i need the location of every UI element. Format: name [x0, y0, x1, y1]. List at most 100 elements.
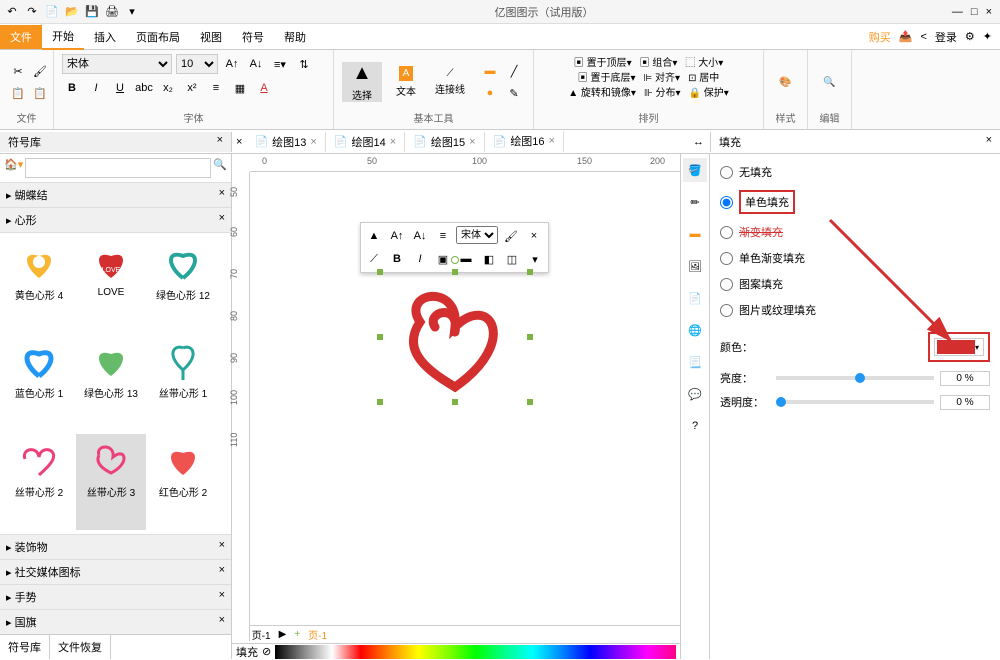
shape-item[interactable]: 绿色心形 13: [76, 335, 146, 431]
open-icon[interactable]: 📂: [64, 4, 80, 20]
fill-opt-pattern[interactable]: 图案填充: [720, 276, 990, 292]
login-link[interactable]: 登录: [935, 29, 957, 45]
doctab-13[interactable]: 📄绘图13×: [246, 132, 325, 152]
category-flag[interactable]: ▸ 国旗×: [0, 609, 231, 634]
page-next-icon[interactable]: ▶: [279, 629, 287, 640]
spacing-icon[interactable]: ⇅: [294, 54, 314, 74]
resize-handle[interactable]: [527, 399, 533, 405]
resize-handle[interactable]: [377, 269, 383, 275]
category-social[interactable]: ▸ 社交媒体图标×: [0, 559, 231, 584]
bold-button[interactable]: B: [62, 78, 82, 98]
ft-theme-icon[interactable]: ◫: [502, 249, 522, 269]
page-tab-alt[interactable]: 页-1: [308, 627, 327, 642]
color-picker[interactable]: ▾: [934, 338, 984, 356]
page-tool-icon[interactable]: 📄: [683, 286, 707, 310]
shape-item[interactable]: LOVELOVE: [76, 237, 146, 333]
fill-opt-solidgrad[interactable]: 单色渐变填充: [720, 250, 990, 266]
no-fill-swatch[interactable]: ⊘: [262, 645, 271, 658]
ft-fill-icon[interactable]: ▣: [433, 249, 453, 269]
shape-item-selected[interactable]: 丝带心形 3: [76, 434, 146, 530]
help-tool-icon[interactable]: ?: [683, 414, 707, 438]
fill-opt-picture[interactable]: 图片或纹理填充: [720, 302, 990, 318]
ft-more-icon[interactable]: ▾: [525, 249, 545, 269]
minimize-button[interactable]: —: [952, 6, 963, 18]
tab-home[interactable]: 开始: [42, 24, 84, 50]
pen-tool-icon[interactable]: ✎: [504, 83, 524, 103]
shape-item[interactable]: 丝带心形 1: [148, 335, 218, 431]
ft-close-icon[interactable]: ×: [524, 226, 544, 246]
resize-handle[interactable]: [377, 334, 383, 340]
tab-symbol[interactable]: 符号: [232, 25, 274, 49]
font-name-select[interactable]: 宋体: [62, 54, 172, 74]
line-tool-icon[interactable]: ╱: [504, 61, 524, 81]
ft-pointer-icon[interactable]: ▲: [364, 226, 384, 246]
send-back-button[interactable]: ▣ 置于底层▾: [578, 69, 636, 84]
tab-help[interactable]: 帮助: [274, 25, 316, 49]
buy-link[interactable]: 购买: [869, 29, 891, 45]
home-icon[interactable]: 🏠▾: [4, 158, 23, 178]
tab-layout[interactable]: 页面布局: [126, 25, 190, 49]
search-icon[interactable]: 🔍: [213, 158, 227, 178]
shape-item[interactable]: 丝带心形 2: [4, 434, 74, 530]
edit-button[interactable]: 🔍: [816, 77, 843, 88]
ft-brush-icon[interactable]: 🖌: [501, 226, 521, 246]
gear-icon[interactable]: ⚙: [965, 30, 975, 43]
maximize-button[interactable]: □: [971, 6, 978, 18]
close-button[interactable]: ×: [986, 6, 992, 18]
undo-icon[interactable]: ↶: [4, 4, 20, 20]
doctab-nav-icon[interactable]: ↔: [687, 136, 710, 148]
canvas[interactable]: ▲ A↑ A↓ ≡ 宋体 🖌 × ⟋ B I ▣ ▬ ◧ ◫ ▾: [250, 172, 680, 625]
redo-icon[interactable]: ↷: [24, 4, 40, 20]
doc-tool-icon[interactable]: 📃: [683, 350, 707, 374]
paste-icon[interactable]: ✂: [8, 61, 28, 81]
shape-item[interactable]: 黄色心形 4: [4, 237, 74, 333]
font-shrink-icon[interactable]: A↓: [246, 54, 266, 74]
brush-icon[interactable]: 🖌: [30, 61, 50, 81]
ft-line-icon[interactable]: ▬: [456, 249, 476, 269]
doctab-15[interactable]: 📄绘图15×: [405, 132, 484, 152]
doctab-prev-icon[interactable]: ×: [232, 136, 246, 148]
ft-bold-icon[interactable]: B: [387, 249, 407, 269]
ft-connector-icon[interactable]: ⟋: [364, 249, 384, 269]
ft-font-grow-icon[interactable]: A↑: [387, 226, 407, 246]
size-button[interactable]: ⬚ 大小▾: [685, 54, 723, 69]
rotation-handle[interactable]: [451, 256, 459, 264]
resize-handle[interactable]: [377, 399, 383, 405]
fill-tool-icon[interactable]: 🪣: [683, 158, 707, 182]
font-color-icon[interactable]: A: [254, 78, 274, 98]
resize-handle[interactable]: [452, 399, 458, 405]
shape-item[interactable]: 绿色心形 12: [148, 237, 218, 333]
color-strip[interactable]: [275, 645, 676, 659]
export-icon[interactable]: 📤: [899, 30, 913, 43]
cut-icon[interactable]: 📋: [30, 83, 50, 103]
fill-opt-nofill[interactable]: 无填充: [720, 164, 990, 180]
align-button[interactable]: ⊫ 对齐▾: [644, 69, 681, 84]
center-button[interactable]: ⊡ 居中: [688, 69, 719, 84]
ft-align-icon[interactable]: ≡: [433, 226, 453, 246]
highlight-icon[interactable]: ▦: [230, 78, 250, 98]
shape-item[interactable]: 红色心形 2: [148, 434, 218, 530]
resize-handle[interactable]: [527, 269, 533, 275]
opacity-value[interactable]: 0 %: [940, 395, 990, 410]
style-button[interactable]: 🎨: [772, 77, 799, 88]
doctab-16[interactable]: 📄绘图16×: [485, 131, 564, 152]
ft-shadow-icon[interactable]: ◧: [479, 249, 499, 269]
align-dropdown-icon[interactable]: ≡▾: [270, 54, 290, 74]
resize-handle[interactable]: [452, 269, 458, 275]
rightpanel-close-icon[interactable]: ×: [986, 134, 992, 150]
fill-opt-gradient[interactable]: 渐变填充: [720, 224, 990, 240]
shape-ellipse-icon[interactable]: ●: [480, 83, 500, 103]
ft-font-select[interactable]: 宋体: [456, 226, 498, 244]
opacity-slider[interactable]: [776, 400, 934, 404]
line-tool-icon[interactable]: ✏: [683, 190, 707, 214]
bullet-icon[interactable]: ≡: [206, 78, 226, 98]
strike-button[interactable]: abc: [134, 78, 154, 98]
brightness-value[interactable]: 0 %: [940, 371, 990, 386]
tab-insert[interactable]: 插入: [84, 25, 126, 49]
resize-handle[interactable]: [527, 334, 533, 340]
subscript-button[interactable]: x₂: [158, 78, 178, 98]
bring-front-button[interactable]: ▣ 置于顶层▾: [574, 54, 632, 69]
group-button[interactable]: ▣ 组合▾: [640, 54, 678, 69]
brightness-slider[interactable]: [776, 376, 934, 380]
doctab-14[interactable]: 📄绘图14×: [326, 132, 405, 152]
